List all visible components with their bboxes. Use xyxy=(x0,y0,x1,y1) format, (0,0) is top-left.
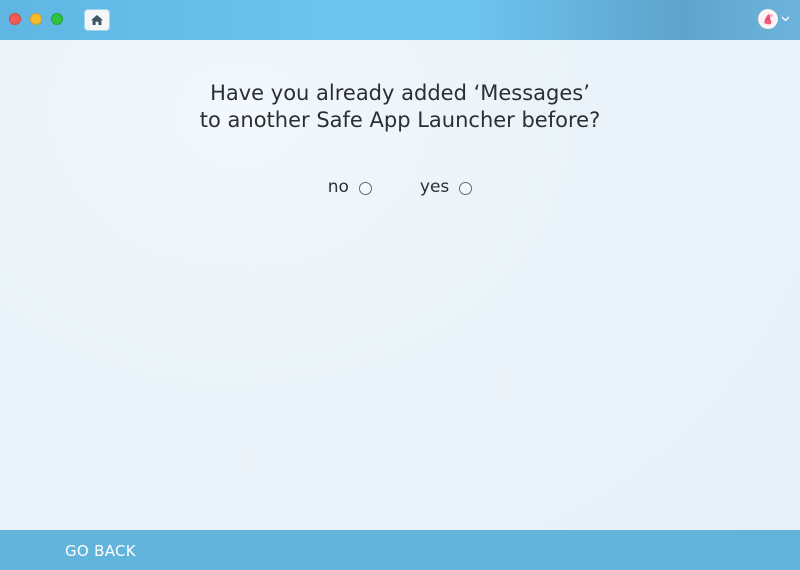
option-no-radio[interactable] xyxy=(358,181,372,195)
zoom-window-button[interactable] xyxy=(51,13,63,25)
minimize-window-button[interactable] xyxy=(30,13,42,25)
option-no[interactable]: no xyxy=(328,176,372,198)
home-button[interactable] xyxy=(85,10,109,30)
chevron-down-icon xyxy=(781,16,790,22)
home-icon xyxy=(90,14,104,26)
question-line-1: Have you already added ‘Messages’ xyxy=(210,81,590,105)
answer-options: no yes xyxy=(0,176,800,198)
account-menu[interactable] xyxy=(758,9,790,29)
option-no-label: no xyxy=(327,177,349,197)
close-window-button[interactable] xyxy=(9,13,21,25)
title-bar xyxy=(0,0,800,40)
go-back-button[interactable]: GO BACK xyxy=(65,542,136,560)
footer-bar: GO BACK xyxy=(0,530,800,570)
question-text: Have you already added ‘Messages’ to ano… xyxy=(0,80,800,134)
option-yes[interactable]: yes xyxy=(419,176,473,198)
option-yes-radio[interactable] xyxy=(459,181,473,195)
option-yes-label: yes xyxy=(419,177,450,197)
question-line-2: to another Safe App Launcher before? xyxy=(199,108,601,132)
avatar xyxy=(758,9,778,29)
app-window: Have you already added ‘Messages’ to ano… xyxy=(0,0,800,570)
